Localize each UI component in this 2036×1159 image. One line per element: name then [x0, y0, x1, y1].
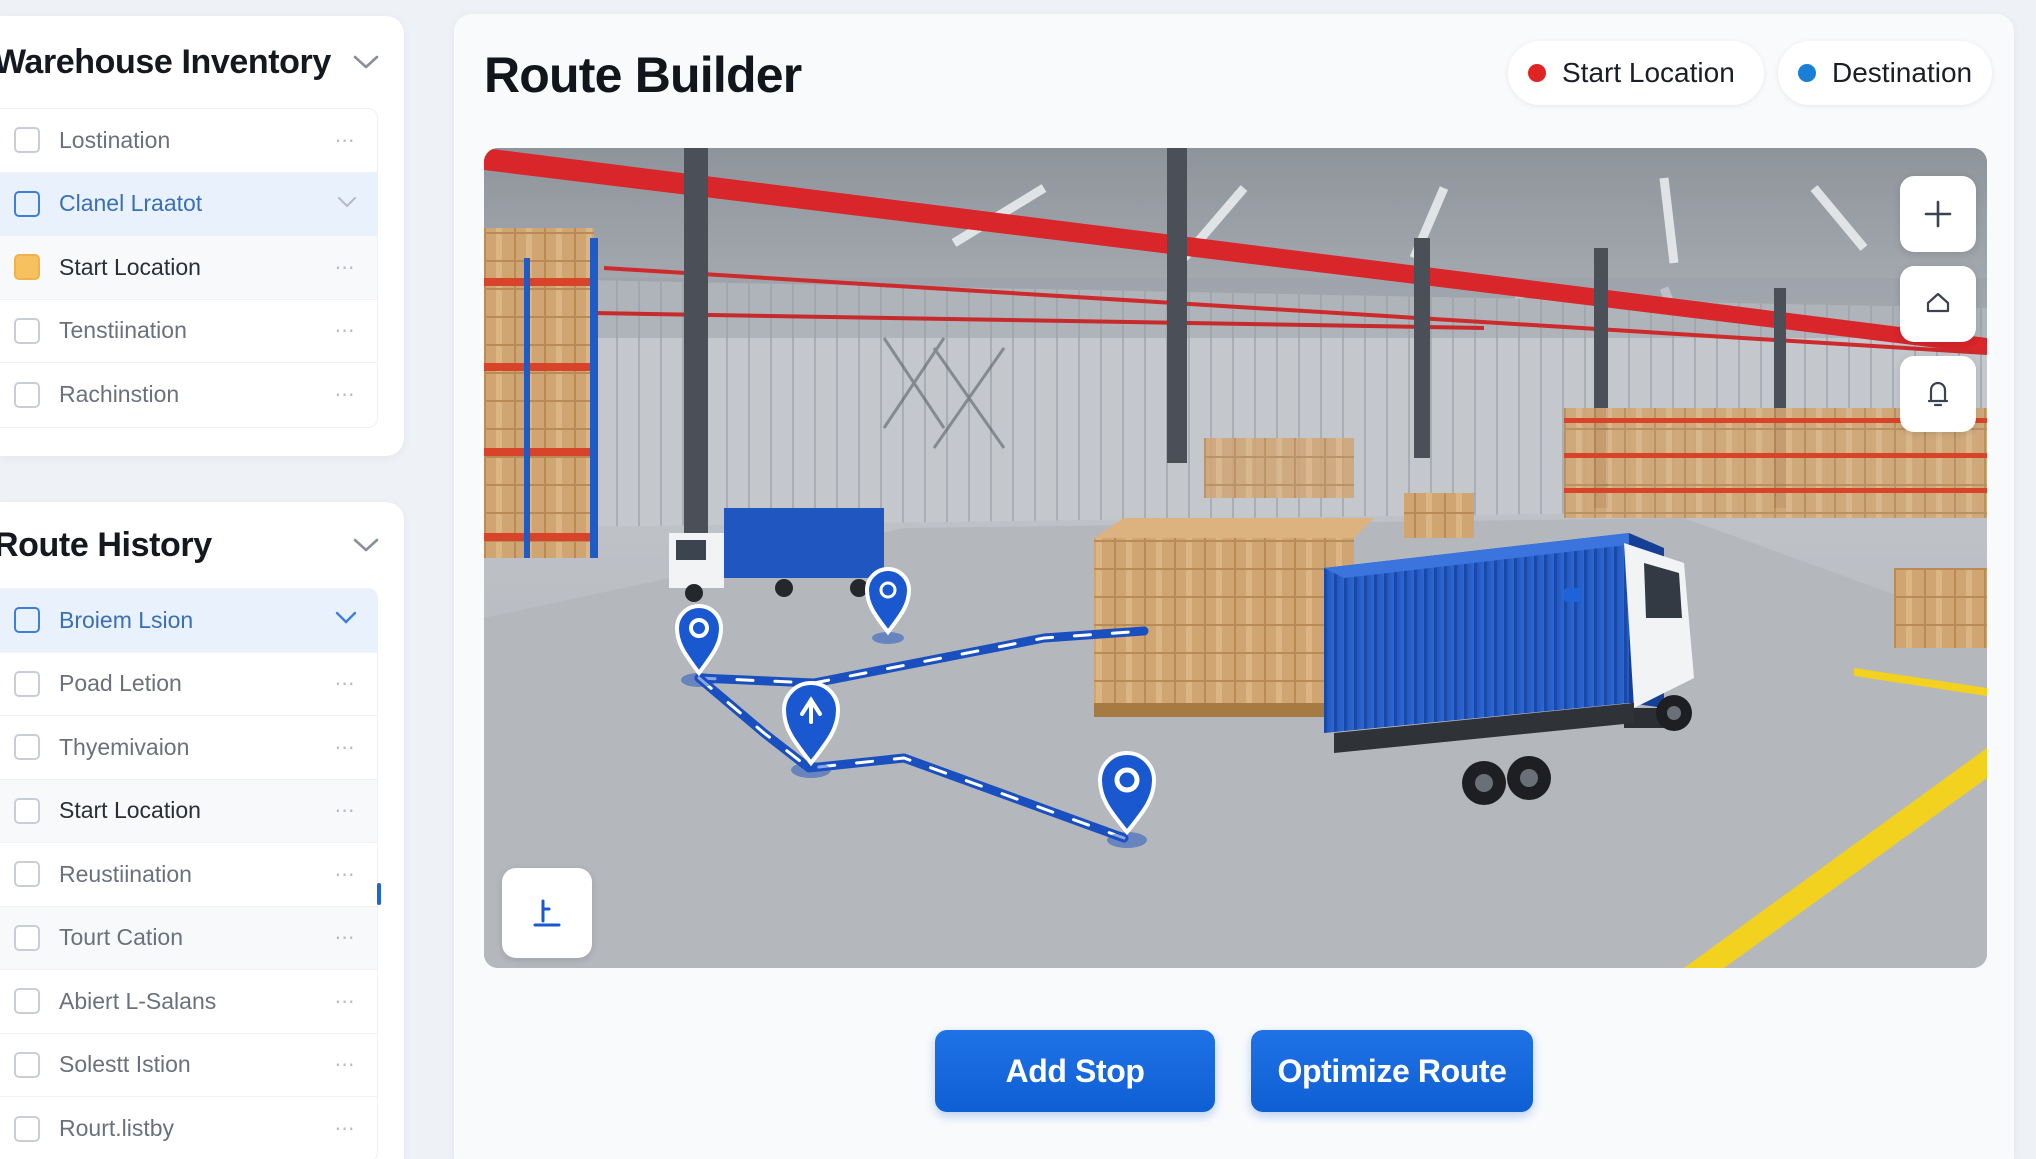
warehouse-scene-illustration	[484, 148, 1987, 968]
plus-icon	[1924, 200, 1952, 228]
chevron-down-icon[interactable]	[335, 611, 357, 630]
list-item-label: Lostination	[59, 126, 171, 153]
list-item-label: Broiem Lsion	[59, 606, 194, 633]
checkbox[interactable]	[14, 254, 40, 281]
list-item-label: Start Location	[59, 797, 201, 824]
more-icon[interactable]: ⋯	[325, 925, 365, 950]
route-history-title: Route History	[0, 525, 212, 564]
more-icon[interactable]: ⋯	[325, 671, 365, 696]
checkbox[interactable]	[14, 381, 40, 408]
list-item[interactable]: Lostination ⋯	[0, 109, 377, 173]
inventory-list: Lostination ⋯ Clanel Lraatot Start Locat…	[0, 108, 378, 428]
list-item[interactable]: Thyemivaion ⋯	[0, 716, 377, 780]
more-icon[interactable]: ⋯	[325, 1116, 365, 1141]
list-item-label: Rourt.listby	[59, 1115, 175, 1142]
add-stop-button[interactable]: Add Stop	[935, 1030, 1215, 1112]
red-dot-icon	[1528, 64, 1546, 82]
list-item[interactable]: Clanel Lraatot	[0, 172, 377, 236]
more-icon[interactable]: ⋯	[325, 318, 365, 343]
list-item-label: Abiert L-Salans	[59, 987, 217, 1014]
list-item[interactable]: Abiert L-Salans ⋯	[0, 970, 377, 1034]
checkbox[interactable]	[14, 317, 40, 344]
list-item-label: Solestt Istion	[59, 1051, 191, 1078]
legend-destination-label: Destination	[1832, 57, 1973, 88]
list-item[interactable]: Reustiination ⋯	[0, 843, 377, 907]
list-item[interactable]: Broiem Lsion	[0, 589, 377, 653]
zoom-in-button[interactable]	[1900, 176, 1976, 252]
route-history-list: Broiem Lsion Poad Letion ⋯ Thyemivaion ⋯…	[0, 588, 378, 1159]
optimize-route-button[interactable]: Optimize Route	[1251, 1030, 1533, 1112]
list-item[interactable]: Solestt Istion ⋯	[0, 1034, 377, 1097]
list-item-label: Tenstiination	[59, 317, 187, 344]
chevron-down-icon[interactable]	[352, 531, 380, 559]
list-item-label: Reustiination	[59, 860, 192, 887]
pin-icon	[1927, 381, 1949, 407]
list-item[interactable]: Tenstiination ⋯	[0, 300, 377, 363]
more-icon[interactable]: ⋯	[325, 128, 365, 153]
route-history-header[interactable]: Route History	[0, 502, 404, 588]
list-item-label: Thyemivaion	[59, 733, 190, 760]
more-icon[interactable]: ⋯	[325, 382, 365, 407]
compass-icon	[533, 899, 561, 927]
warehouse-map-view[interactable]	[484, 148, 1987, 968]
checkbox[interactable]	[14, 734, 40, 761]
list-item[interactable]: Rourt.listby ⋯	[0, 1097, 377, 1159]
more-icon[interactable]: ⋯	[325, 989, 365, 1014]
list-item[interactable]: Tourt Cation ⋯	[0, 906, 377, 970]
warehouse-inventory-header[interactable]: Warehouse Inventory	[0, 16, 404, 108]
checkbox[interactable]	[14, 190, 40, 217]
pin-button[interactable]	[1900, 356, 1976, 432]
list-item-label: Tourt Cation	[59, 924, 184, 951]
list-item-label: Clanel Lraatot	[59, 190, 203, 217]
list-item-label: Poad Letion	[59, 670, 182, 697]
warehouse-inventory-panel: Warehouse Inventory Lostination ⋯ Clanel…	[0, 16, 404, 456]
legend-start-location[interactable]: Start Location	[1508, 41, 1764, 105]
chevron-down-icon[interactable]	[337, 195, 357, 213]
list-item-label: Rachinstion	[59, 381, 180, 408]
list-item[interactable]: Rachinstion ⋯	[0, 363, 377, 427]
blue-dot-icon	[1798, 64, 1816, 82]
legend-destination[interactable]: Destination	[1778, 41, 1992, 105]
checkbox[interactable]	[14, 924, 40, 951]
home-icon	[1926, 292, 1950, 313]
scrollbar-thumb[interactable]	[377, 883, 381, 905]
route-history-panel: Route History Broiem Lsion Poad Letion ⋯…	[0, 502, 404, 1159]
compass-button[interactable]	[502, 868, 592, 958]
checkbox[interactable]	[14, 127, 40, 154]
list-item-label: Start Location	[59, 253, 201, 280]
route-builder-card: Route Builder Start Location Destination	[454, 14, 2014, 1159]
legend-start-label: Start Location	[1562, 57, 1735, 88]
checkbox[interactable]	[14, 670, 40, 697]
checkbox[interactable]	[14, 1051, 40, 1078]
warehouse-inventory-title: Warehouse Inventory	[0, 42, 331, 81]
checkbox[interactable]	[14, 607, 40, 634]
list-item[interactable]: Poad Letion ⋯	[0, 653, 377, 716]
more-icon[interactable]: ⋯	[325, 735, 365, 760]
home-view-button[interactable]	[1900, 266, 1976, 342]
checkbox[interactable]	[14, 861, 40, 888]
list-item[interactable]: Start Location ⋯	[0, 236, 377, 300]
more-icon[interactable]: ⋯	[325, 1052, 365, 1077]
page-title: Route Builder	[484, 47, 802, 103]
list-item[interactable]: Start Location ⋯	[0, 779, 377, 843]
more-icon[interactable]: ⋯	[325, 255, 365, 280]
more-icon[interactable]: ⋯	[325, 798, 365, 823]
checkbox[interactable]	[14, 988, 40, 1015]
checkbox[interactable]	[14, 797, 40, 824]
checkbox[interactable]	[14, 1115, 40, 1142]
more-icon[interactable]: ⋯	[325, 862, 365, 887]
chevron-down-icon[interactable]	[352, 48, 380, 76]
